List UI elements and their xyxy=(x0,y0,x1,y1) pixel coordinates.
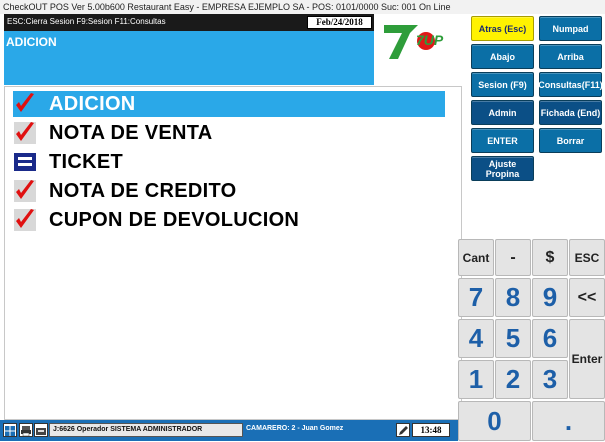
list-item-label: CUPON DE DEVOLUCION xyxy=(49,208,300,231)
enter-key[interactable]: Enter xyxy=(569,319,605,399)
back-esc-button[interactable]: Atras (Esc) xyxy=(471,16,534,41)
clock-display: 13:48 xyxy=(412,423,450,437)
logo-text: 7UP xyxy=(416,32,444,48)
check-icon xyxy=(13,92,37,116)
list-item-label: NOTA DE VENTA xyxy=(49,121,213,144)
up-button[interactable]: Arriba xyxy=(539,44,602,69)
backspace-key[interactable]: << xyxy=(569,278,605,317)
list-item-ticket[interactable]: TICKET xyxy=(13,149,123,175)
digit-8-key[interactable]: 8 xyxy=(495,278,531,317)
digit-4-key[interactable]: 4 xyxy=(458,319,494,358)
check-icon xyxy=(13,179,37,203)
cash-drawer-icon[interactable] xyxy=(34,423,48,437)
down-button[interactable]: Abajo xyxy=(471,44,534,69)
list-item-label: ADICION xyxy=(49,92,136,115)
list-item-label: TICKET xyxy=(49,150,124,173)
check-icon xyxy=(13,208,37,232)
operator-info: J:6626 Operador SISTEMA ADMINISTRADOR xyxy=(49,423,243,437)
minus-key[interactable]: - xyxy=(495,239,531,276)
session-f9-button[interactable]: Sesion (F9) xyxy=(471,72,534,97)
edit-icon[interactable] xyxy=(396,423,410,437)
digit-0-key[interactable]: 0 xyxy=(458,401,531,441)
list-item-nota-de-credito[interactable]: NOTA DE CREDITO xyxy=(13,178,236,204)
dollar-key[interactable]: $ xyxy=(532,239,568,276)
clock-in-end-button[interactable]: Fichada (End) xyxy=(539,100,602,125)
admin-button[interactable]: Admin xyxy=(471,100,534,125)
windows-icon[interactable] xyxy=(3,423,17,437)
digit-2-key[interactable]: 2 xyxy=(495,360,531,399)
delete-button[interactable]: Borrar xyxy=(539,128,602,153)
enter-button[interactable]: ENTER xyxy=(471,128,534,153)
queries-f11-button[interactable]: Consultas(F11) xyxy=(538,72,603,97)
digit-3-key[interactable]: 3 xyxy=(532,360,568,399)
tip-adjust-button[interactable]: Ajuste Propina xyxy=(471,156,534,181)
mode-panel xyxy=(4,31,374,85)
check-icon xyxy=(13,121,37,145)
window-title: CheckOUT POS Ver 5.00b600 Restaurant Eas… xyxy=(0,0,605,14)
quantity-key[interactable]: Cant xyxy=(458,239,494,276)
brand-logo: 7UP xyxy=(378,15,458,65)
waiter-info: CAMARERO: 2 - Juan Gomez xyxy=(246,425,344,432)
esc-key[interactable]: ESC xyxy=(569,239,605,276)
digit-7-key[interactable]: 7 xyxy=(458,278,494,317)
digit-5-key[interactable]: 5 xyxy=(495,319,531,358)
numpad-button[interactable]: Numpad xyxy=(539,16,602,41)
mode-title: ADICION xyxy=(6,35,57,49)
list-item-cupon-de-devolucion[interactable]: CUPON DE DEVOLUCION xyxy=(13,207,299,233)
printer-icon[interactable] xyxy=(19,423,33,437)
document-type-list: ADICION NOTA DE VENTA TICKET NOTA DE CRE… xyxy=(4,86,462,420)
digit-6-key[interactable]: 6 xyxy=(532,319,568,358)
list-item-label: NOTA DE CREDITO xyxy=(49,179,237,202)
operator-text: J:6626 Operador SISTEMA ADMINISTRADOR xyxy=(53,426,203,433)
list-item-adicion[interactable]: ADICION xyxy=(13,91,445,117)
ticket-icon xyxy=(13,150,37,174)
digit-1-key[interactable]: 1 xyxy=(458,360,494,399)
list-item-nota-de-venta[interactable]: NOTA DE VENTA xyxy=(13,120,213,146)
date-display: Feb/24/2018 xyxy=(307,16,372,29)
digit-9-key[interactable]: 9 xyxy=(532,278,568,317)
shortcut-hints: ESC:Cierra Sesion F9:Sesion F11:Consulta… xyxy=(7,17,166,26)
decimal-point-key[interactable]: . xyxy=(532,401,605,441)
